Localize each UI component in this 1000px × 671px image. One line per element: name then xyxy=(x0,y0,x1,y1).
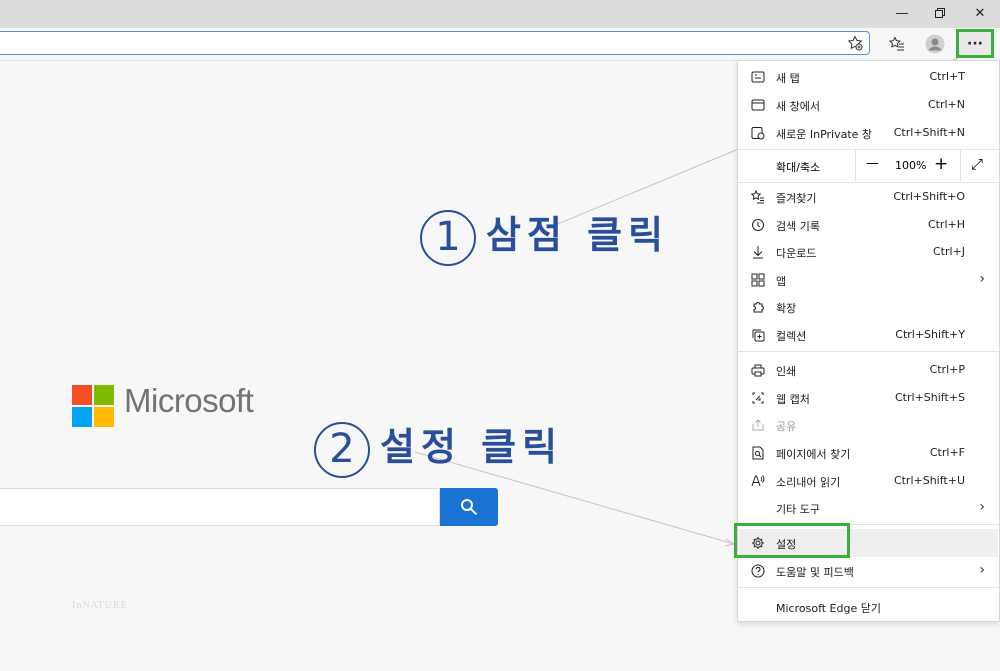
settings-highlight-box xyxy=(734,523,850,558)
zoom-label: 확대/축소 xyxy=(776,161,821,174)
fullscreen-icon[interactable]: ⤢ xyxy=(971,155,983,173)
help-icon xyxy=(750,563,766,579)
collections-icon xyxy=(750,327,766,343)
menu-separator xyxy=(738,587,999,588)
inprivate-icon xyxy=(750,125,766,141)
zoom-out-button[interactable]: — xyxy=(866,156,879,171)
apps-icon xyxy=(750,272,766,288)
menu-item-print[interactable]: 인쇄 Ctrl+P xyxy=(738,356,999,384)
print-icon xyxy=(750,362,766,378)
menu-item-new-window[interactable]: 새 창에서 Ctrl+N xyxy=(738,91,999,119)
menu-item-apps[interactable]: 앱 › xyxy=(738,266,999,294)
zoom-level: 100% xyxy=(895,159,927,172)
history-icon xyxy=(750,217,766,233)
menu-item-web-capture[interactable]: 웹 캡처 Ctrl+Shift+S xyxy=(738,384,999,412)
share-icon xyxy=(750,417,766,433)
step2-number: 2 xyxy=(314,421,370,478)
menu-item-downloads[interactable]: 다운로드 Ctrl+J xyxy=(738,238,999,266)
menu-item-find-on-page[interactable]: 페이지에서 찾기 Ctrl+F xyxy=(738,439,999,467)
extensions-icon xyxy=(750,299,766,315)
new-window-icon xyxy=(750,97,766,113)
step1-number: 1 xyxy=(420,209,476,266)
menu-item-inprivate[interactable]: 새로운 InPrivate 창 Ctrl+Shift+N xyxy=(738,119,999,147)
read-aloud-icon xyxy=(750,473,766,489)
menu-item-read-aloud[interactable]: 소리내어 읽기 Ctrl+Shift+U xyxy=(738,467,999,495)
annotation-step1: 1 삼점 클릭 xyxy=(420,204,669,266)
download-icon xyxy=(750,244,766,260)
web-capture-icon xyxy=(750,390,766,406)
menu-item-history[interactable]: 검색 기록 Ctrl+H xyxy=(738,211,999,239)
favorites-icon xyxy=(750,189,766,205)
menu-item-help-feedback[interactable]: 도움말 및 피드백 › xyxy=(738,557,999,585)
menu-item-more-tools[interactable]: 기타 도구 › xyxy=(738,494,999,522)
menu-item-collections[interactable]: 컬렉션 Ctrl+Shift+Y xyxy=(738,321,999,349)
zoom-in-button[interactable]: + xyxy=(934,154,948,174)
chevron-right-icon: › xyxy=(979,271,985,287)
zoom-row: 확대/축소 — 100% + ⤢ xyxy=(738,150,999,182)
menu-item-new-tab[interactable]: 새 탭 Ctrl+T xyxy=(738,63,999,91)
menu-item-close-edge[interactable]: Microsoft Edge 닫기 xyxy=(738,593,999,621)
menu-item-share: 공유 xyxy=(738,411,999,439)
menu-item-extensions[interactable]: 확장 xyxy=(738,293,999,321)
step1-text: 삼점 클릭 xyxy=(486,213,670,257)
step2-text: 설정 클릭 xyxy=(380,425,564,469)
find-icon xyxy=(750,445,766,461)
annotation-step2: 2 설정 클릭 xyxy=(314,416,563,478)
new-tab-icon xyxy=(750,69,766,85)
menu-item-favorites[interactable]: 즐겨찾기 Ctrl+Shift+O xyxy=(738,183,999,211)
chevron-right-icon: › xyxy=(979,562,985,578)
chevron-right-icon: › xyxy=(979,499,985,515)
menu-separator xyxy=(738,351,999,352)
